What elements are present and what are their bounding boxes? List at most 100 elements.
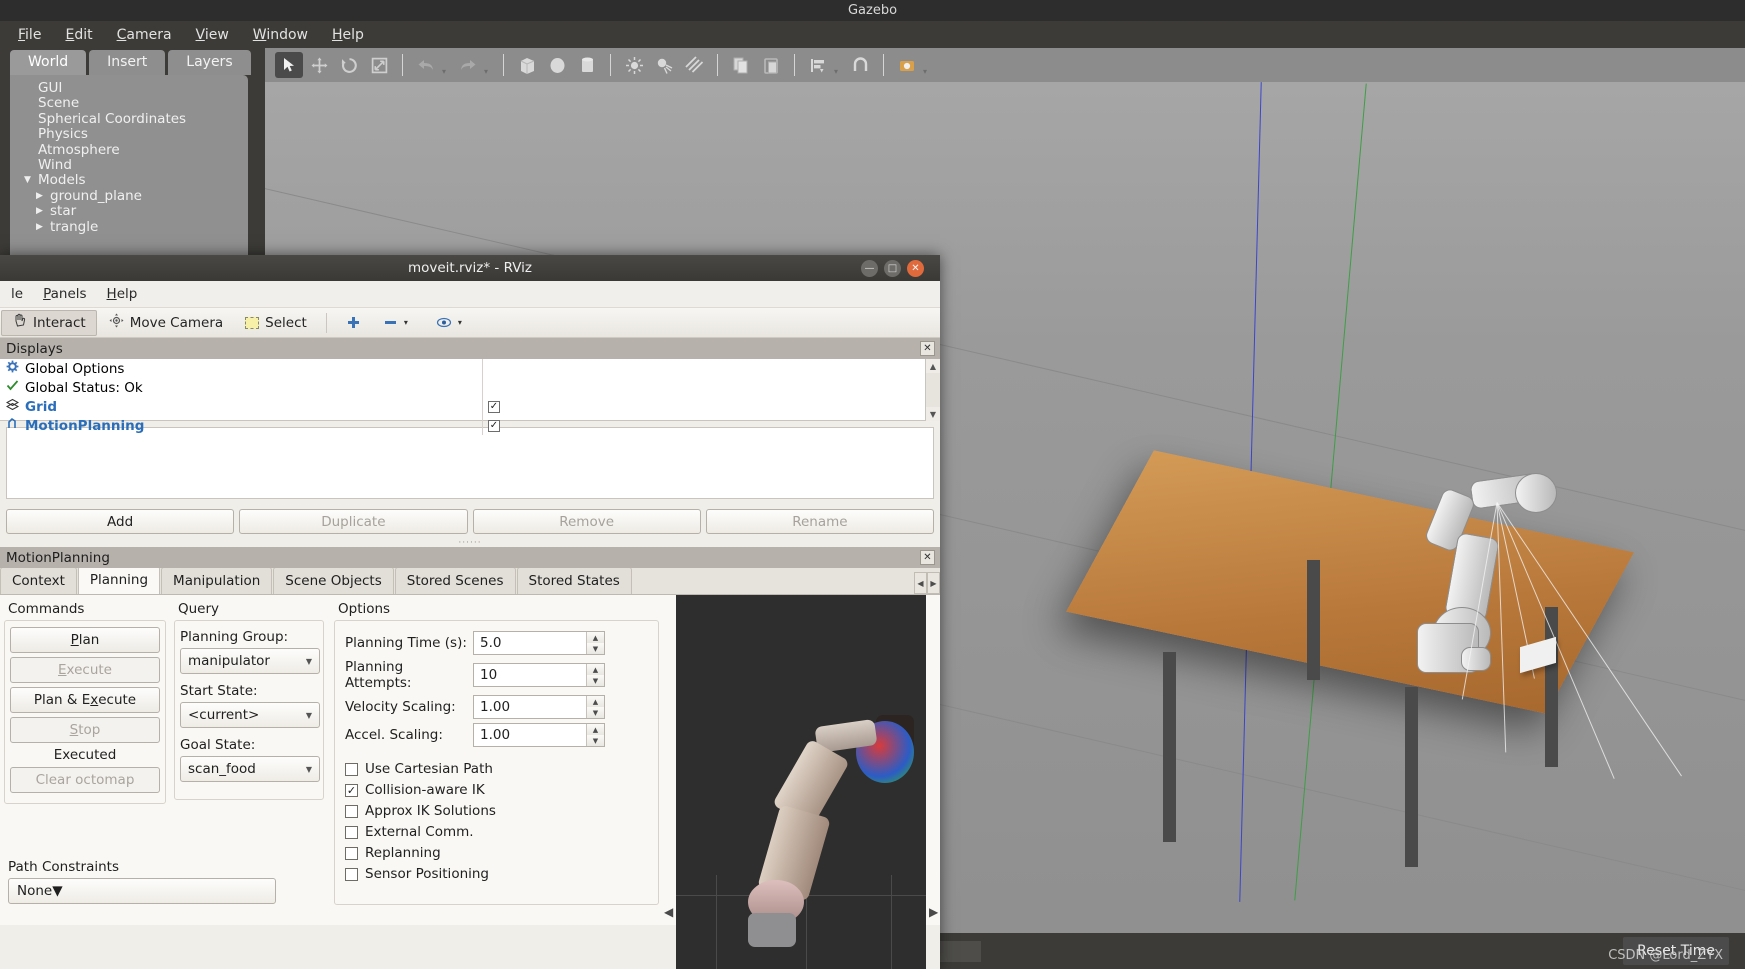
tool-move-camera[interactable]: Move Camera bbox=[99, 310, 233, 336]
displays-tree[interactable]: Global Options Global Status: Ok Grid ✓ … bbox=[0, 359, 940, 435]
plan-and-execute-button[interactable]: Plan & Ex ecute bbox=[10, 687, 160, 713]
snap-icon[interactable] bbox=[846, 52, 874, 78]
stepper-down-icon[interactable]: ▼ bbox=[587, 675, 604, 686]
redo-dropdown-icon[interactable]: ▾ bbox=[484, 67, 494, 76]
tree-item-spherical-coordinates[interactable]: Spherical Coordinates bbox=[10, 111, 248, 127]
scale-icon[interactable] bbox=[365, 52, 393, 78]
tree-item-wind[interactable]: Wind bbox=[10, 157, 248, 173]
stepper-down-icon[interactable]: ▼ bbox=[587, 643, 604, 654]
undo-icon[interactable] bbox=[412, 52, 440, 78]
menu-edit[interactable]: Edit bbox=[55, 24, 102, 46]
sphere-icon[interactable] bbox=[543, 52, 571, 78]
display-row-grid[interactable]: Grid ✓ bbox=[0, 397, 940, 416]
tree-item-gui[interactable]: GUI bbox=[10, 80, 248, 96]
tab-manipulation[interactable]: Manipulation bbox=[161, 567, 273, 594]
align-dropdown-icon[interactable]: ▾ bbox=[834, 67, 844, 76]
stepper-down-icon[interactable]: ▼ bbox=[587, 707, 604, 718]
chevron-down-icon[interactable]: ▼ bbox=[306, 711, 312, 720]
chevron-down-icon[interactable]: ▼ bbox=[52, 883, 62, 899]
planning-group-select[interactable]: manipulator ▼ bbox=[180, 648, 320, 674]
use-cartesian-path-row[interactable]: Use Cartesian Path bbox=[345, 761, 648, 777]
menu-file[interactable]: FFileile bbox=[8, 24, 51, 46]
tree-item-models[interactable]: ▼ Models bbox=[10, 172, 248, 188]
collision-aware-ik-row[interactable]: ✓ Collision-aware IK bbox=[345, 782, 648, 798]
remove-button[interactable]: Remove bbox=[472, 509, 701, 534]
rviz-menu-panels[interactable]: Panels bbox=[34, 283, 95, 305]
tree-item-star[interactable]: ▶ star bbox=[10, 203, 248, 219]
planning-time-input[interactable]: 5.0 ▲ ▼ bbox=[473, 631, 605, 655]
rviz-menu-help[interactable]: Help bbox=[98, 283, 147, 305]
cylinder-icon[interactable] bbox=[573, 52, 601, 78]
chevron-down-icon[interactable]: ▼ bbox=[24, 173, 38, 188]
rename-button[interactable]: Rename bbox=[705, 509, 934, 534]
redo-icon[interactable] bbox=[454, 52, 482, 78]
chevron-right-icon[interactable]: ▶ bbox=[36, 220, 50, 235]
panel-splitter-handle[interactable]: ······ bbox=[0, 539, 940, 548]
chevron-right-icon[interactable]: ▶ bbox=[36, 204, 50, 219]
stepper-up-icon[interactable]: ▲ bbox=[587, 632, 604, 643]
display-row-global-options[interactable]: Global Options bbox=[0, 359, 940, 378]
grid-enabled-checkbox[interactable]: ✓ bbox=[488, 400, 500, 413]
menu-camera[interactable]: Camera bbox=[107, 24, 182, 46]
tool-select[interactable]: Select bbox=[235, 310, 317, 336]
stepper-up-icon[interactable]: ▲ bbox=[587, 724, 604, 735]
motionplanning-close-icon[interactable]: ✕ bbox=[920, 550, 935, 565]
start-state-select[interactable]: <current> ▼ bbox=[180, 702, 320, 728]
add-tool-button[interactable] bbox=[336, 310, 371, 336]
chevron-right-icon[interactable]: ▶ bbox=[36, 189, 50, 204]
tree-item-physics[interactable]: Physics bbox=[10, 126, 248, 142]
collision-aware-ik-checkbox[interactable]: ✓ bbox=[345, 783, 358, 797]
tree-item-atmosphere[interactable]: Atmosphere bbox=[10, 142, 248, 158]
select-arrow-icon[interactable] bbox=[275, 52, 303, 78]
display-row-motionplanning[interactable]: MotionPlanning ✓ bbox=[0, 416, 940, 435]
approx-ik-solutions-checkbox[interactable] bbox=[345, 804, 358, 818]
external-comm-checkbox[interactable] bbox=[345, 825, 358, 839]
view-tool-button[interactable]: ▾ bbox=[426, 310, 478, 336]
chevron-down-icon[interactable]: ▼ bbox=[306, 657, 312, 666]
clear-octomap-button[interactable]: Clear octomap bbox=[10, 767, 160, 793]
motionplanning-enabled-checkbox[interactable]: ✓ bbox=[488, 419, 500, 432]
tree-item-trangle[interactable]: ▶ trangle bbox=[10, 219, 248, 235]
planning-time-stepper[interactable]: ▲ ▼ bbox=[586, 632, 604, 654]
displays-scrollbar[interactable]: ▲ ▼ bbox=[925, 359, 940, 421]
tabs-scroll-right-icon[interactable]: ▶ bbox=[927, 572, 940, 594]
plan-button[interactable]: Plan bbox=[10, 627, 160, 653]
rviz-titlebar[interactable]: moveit.rviz* - RViz — □ ✕ bbox=[0, 255, 940, 281]
add-button[interactable]: Add bbox=[6, 509, 235, 534]
tab-layers[interactable]: Layers bbox=[168, 50, 251, 75]
menu-window[interactable]: Window bbox=[243, 24, 318, 46]
scroll-down-icon[interactable]: ▼ bbox=[926, 407, 940, 421]
tab-insert[interactable]: Insert bbox=[89, 50, 166, 75]
maximize-button[interactable]: □ bbox=[884, 260, 901, 277]
accel-scaling-input[interactable]: 1.00 ▲ ▼ bbox=[473, 723, 605, 747]
rviz-collapse-left-icon[interactable]: ◀ bbox=[664, 905, 673, 919]
remove-tool-button[interactable]: ▾ bbox=[373, 310, 424, 336]
tab-context[interactable]: Context bbox=[0, 567, 77, 594]
paste-icon[interactable] bbox=[757, 52, 785, 78]
sensor-positioning-row[interactable]: Sensor Positioning bbox=[345, 866, 648, 882]
use-cartesian-path-checkbox[interactable] bbox=[345, 762, 358, 776]
tab-stored-scenes[interactable]: Stored Scenes bbox=[394, 567, 516, 594]
screenshot-dropdown-icon[interactable]: ▾ bbox=[923, 67, 933, 76]
duplicate-button[interactable]: Duplicate bbox=[239, 509, 468, 534]
velocity-scaling-input[interactable]: 1.00 ▲ ▼ bbox=[473, 695, 605, 719]
chevron-down-icon[interactable]: ▾ bbox=[404, 318, 414, 327]
external-comm-row[interactable]: External Comm. bbox=[345, 824, 648, 840]
stop-button[interactable]: Stop bbox=[10, 717, 160, 743]
close-button[interactable]: ✕ bbox=[907, 260, 924, 277]
rviz-3d-viewport[interactable] bbox=[676, 595, 926, 969]
scroll-up-icon[interactable]: ▲ bbox=[926, 359, 940, 373]
tab-world[interactable]: World bbox=[10, 50, 87, 75]
display-row-global-status[interactable]: Global Status: Ok bbox=[0, 378, 940, 397]
tool-interact[interactable]: Interact bbox=[1, 309, 97, 336]
rotate-icon[interactable] bbox=[335, 52, 363, 78]
minimize-button[interactable]: — bbox=[861, 260, 878, 277]
tree-item-ground-plane[interactable]: ▶ ground_plane bbox=[10, 188, 248, 204]
tree-item-scene[interactable]: Scene bbox=[10, 95, 248, 111]
spot-light-icon[interactable] bbox=[650, 52, 678, 78]
goal-state-select[interactable]: scan_food ▼ bbox=[180, 756, 320, 782]
translate-icon[interactable] bbox=[305, 52, 333, 78]
menu-help[interactable]: Help bbox=[322, 24, 374, 46]
tab-stored-states[interactable]: Stored States bbox=[516, 567, 632, 594]
undo-dropdown-icon[interactable]: ▾ bbox=[442, 67, 452, 76]
